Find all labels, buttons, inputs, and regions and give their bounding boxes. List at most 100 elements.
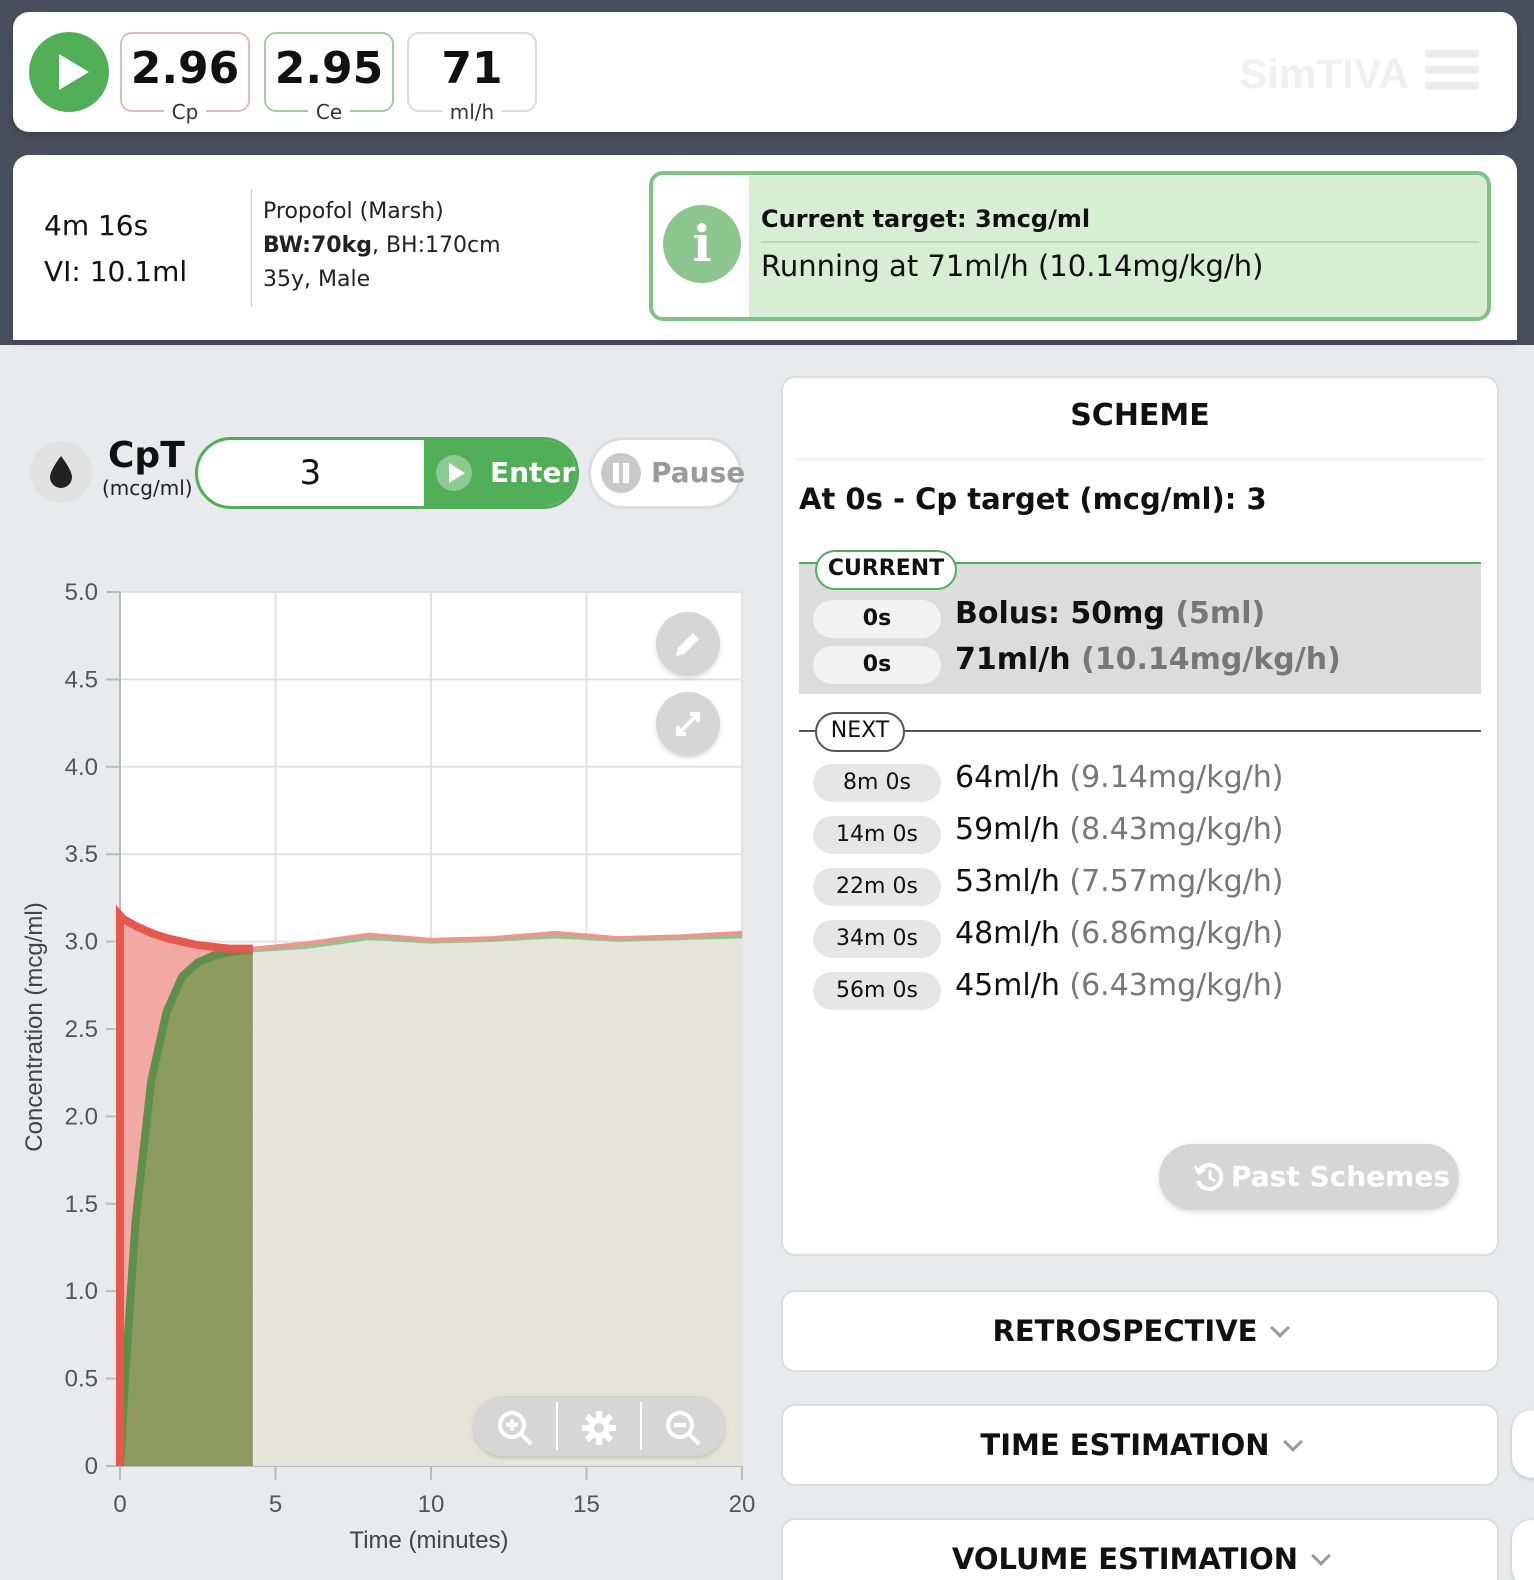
x-tick-label: 10 (418, 1491, 445, 1518)
scheme-panel: SCHEME At 0s - Cp target (mcg/ml): 3 CUR… (781, 376, 1499, 1256)
target-unit: (mcg/ml) (102, 476, 193, 500)
x-axis-label: Time (minutes) (349, 1527, 508, 1554)
volume-estimation-label: VOLUME ESTIMATION (951, 1542, 1299, 1576)
y-tick-label: 5.0 (65, 579, 98, 606)
elapsed-volume: 4m 16s VI: 10.1ml (44, 203, 187, 295)
y-tick-label: 0.5 (65, 1366, 98, 1393)
step-main: 48ml/h (955, 916, 1070, 951)
rate-readout: 71 ml/h (407, 32, 537, 124)
pause-label: Pause (651, 456, 746, 489)
history-icon (1193, 1163, 1224, 1192)
past-schemes-label: Past Schemes (1231, 1160, 1450, 1193)
chevron-down-icon (1282, 1432, 1303, 1452)
step-detail: (8.43mg/kg/h) (1069, 812, 1284, 847)
y-tick-label: 3.0 (65, 929, 98, 956)
enter-button[interactable]: Enter (424, 440, 576, 506)
target-value[interactable]: 3 (198, 440, 423, 506)
x-tick-label: 20 (729, 1491, 756, 1518)
step-detail: (5ml) (1175, 596, 1266, 631)
y-tick-label: 2.0 (65, 1103, 98, 1130)
time-estimation-label: TIME ESTIMATION (980, 1428, 1270, 1462)
pause-button[interactable]: Pause (588, 437, 746, 509)
step-detail: (9.14mg/kg/h) (1069, 760, 1284, 795)
ce-value: 2.95 (274, 43, 384, 94)
side-handle[interactable] (1512, 1410, 1534, 1478)
step-time: 0s (813, 600, 941, 638)
step-time: 22m 0s (813, 868, 941, 906)
retrospective-label: RETROSPECTIVE (992, 1314, 1258, 1348)
step-detail: (7.57mg/kg/h) (1069, 864, 1284, 899)
y-tick-label: 1.5 (65, 1191, 98, 1218)
cp-readout: 2.96 Cp (120, 32, 250, 124)
next-tag: NEXT (815, 712, 905, 752)
step-time: 34m 0s (813, 920, 941, 958)
y-tick-label: 3.5 (65, 841, 98, 868)
body-height: , BH:170cm (371, 233, 501, 258)
top-bar: 2.96 Cp 2.95 Ce 71 ml/h SimTIVA (13, 12, 1517, 132)
step-time: 8m 0s (813, 764, 941, 802)
retrospective-section[interactable]: RETROSPECTIVE (781, 1290, 1499, 1372)
status-panel: 4m 16s VI: 10.1ml Propofol (Marsh) BW:70… (13, 155, 1517, 340)
play-icon[interactable] (29, 32, 109, 112)
info-icon: i (663, 205, 741, 283)
x-tick-label: 15 (573, 1491, 600, 1518)
y-axis-label: Concentration (mcg/ml) (21, 902, 48, 1151)
expand-icon[interactable] (656, 692, 720, 756)
enter-label: Enter (490, 456, 576, 489)
ce-readout: 2.95 Ce (264, 32, 394, 124)
elapsed-time: 4m 16s (44, 209, 149, 242)
target-input[interactable]: 3 Enter (195, 437, 579, 509)
future-area (252, 932, 742, 1466)
current-tag: CURRENT (815, 550, 957, 590)
volume-estimation-section[interactable]: VOLUME ESTIMATION (781, 1518, 1499, 1580)
alert-message: Running at 71ml/h (10.14mg/kg/h) (761, 249, 1264, 283)
pause-icon (601, 453, 641, 493)
x-tick-label: 0 (113, 1491, 126, 1518)
edit-icon[interactable] (656, 612, 720, 676)
chevron-down-icon (1311, 1546, 1331, 1566)
chart-fills (120, 915, 742, 1466)
step-main: Bolus: 50mg (955, 596, 1176, 631)
brand-logo: SimTIVA (1239, 50, 1409, 97)
play-circle-icon (436, 455, 472, 491)
side-handle[interactable] (1512, 1520, 1534, 1580)
cp-value: 2.96 (130, 43, 240, 94)
zoom-toolbar (473, 1396, 725, 1456)
chevron-down-icon (1270, 1318, 1291, 1338)
y-tick-label: 4.0 (65, 754, 98, 781)
step-main: 71ml/h (955, 642, 1082, 677)
cp-unit: Cp (163, 100, 207, 124)
patient-info: Propofol (Marsh) BW:70kg, BH:170cm 35y, … (263, 195, 501, 297)
step-detail: (6.43mg/kg/h) (1069, 968, 1284, 1003)
settings-gear-icon[interactable] (557, 1396, 641, 1456)
scheme-subtitle: At 0s - Cp target (mcg/ml): 3 (799, 482, 1267, 516)
step-time: 56m 0s (813, 972, 941, 1010)
rate-value: 71 (441, 43, 503, 94)
step-main: 53ml/h (955, 864, 1070, 899)
past-schemes-button[interactable]: Past Schemes (1159, 1144, 1459, 1210)
step-detail: (6.86mg/kg/h) (1069, 916, 1284, 951)
ce-unit: Ce (307, 100, 351, 124)
step-time: 14m 0s (813, 816, 941, 854)
target-mode-label: CpT (108, 435, 185, 476)
y-tick-label: 1.0 (65, 1278, 98, 1305)
divider (251, 189, 252, 307)
step-main: 45ml/h (955, 968, 1070, 1003)
zoom-in-icon[interactable] (473, 1396, 557, 1456)
step-main: 59ml/h (955, 812, 1070, 847)
rate-unit: ml/h (441, 100, 503, 124)
zoom-out-icon[interactable] (641, 1396, 725, 1456)
y-tick-label: 4.5 (65, 666, 98, 693)
step-detail: (10.14mg/kg/h) (1081, 642, 1341, 677)
step-main: 64ml/h (955, 760, 1070, 795)
hamburger-menu-icon[interactable] (1425, 50, 1479, 94)
time-estimation-section[interactable]: TIME ESTIMATION (781, 1404, 1499, 1486)
target-alert: i Current target: 3mcg/ml Running at 71m… (649, 171, 1491, 321)
x-tick-label: 5 (269, 1491, 282, 1518)
age-sex: 35y, Male (263, 267, 371, 292)
body-weight: BW:70kg (263, 233, 372, 258)
y-tick-label: 2.5 (65, 1016, 98, 1043)
step-time: 0s (813, 646, 941, 684)
drop-icon[interactable] (30, 441, 92, 503)
alert-title: Current target: 3mcg/ml (761, 205, 1091, 233)
